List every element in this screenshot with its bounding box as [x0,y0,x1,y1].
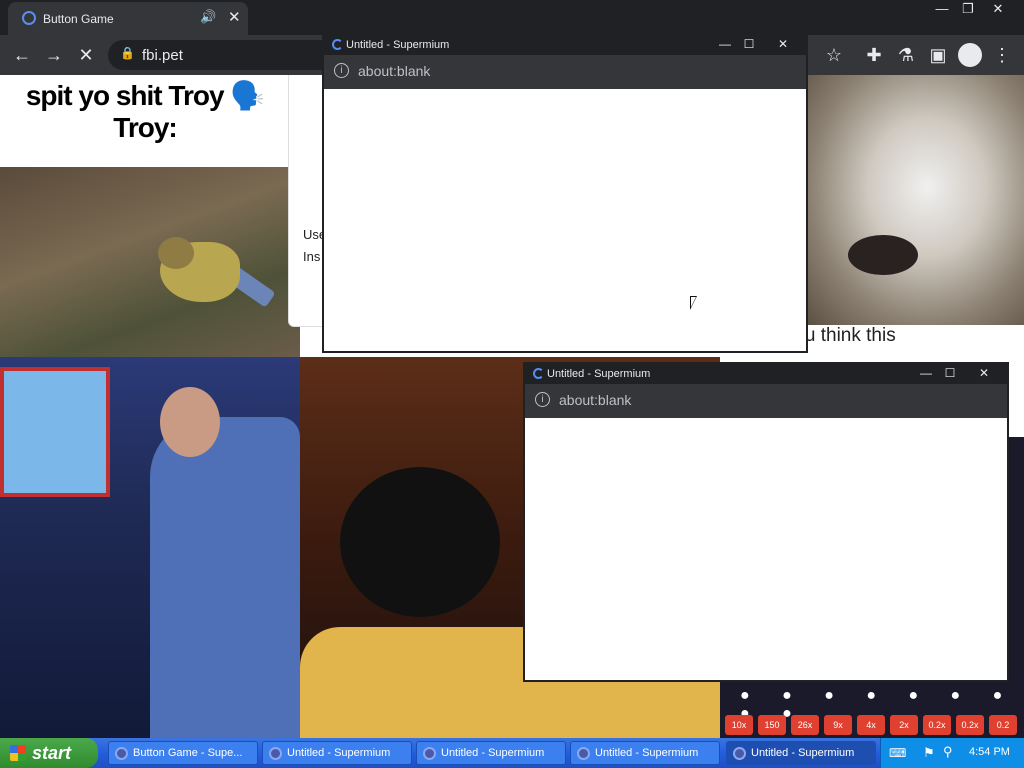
mouse-cursor-icon [690,296,697,310]
supermium-loading-icon [332,39,343,50]
dialog-text-line2: Ins [303,249,321,264]
supermium-icon [423,747,436,760]
window-restore-button[interactable]: ❐ [954,0,982,18]
multiplier-chip: 4x [857,715,885,735]
multiplier-chip: 10x [725,715,753,735]
taskbar-item-label: Button Game - Supe... [133,747,243,759]
taskbar-item-untitled[interactable]: Untitled - Supermium [416,741,566,765]
taskbar-item-label: Untitled - Supermium [287,747,391,759]
network-icon[interactable]: ⚑ [923,745,935,761]
desktop: Button Game 🔊 ✕ — ❐ ✕ ← → ✕ 🔒 fbi.pet ☆ … [0,0,1024,768]
start-label: start [32,743,72,763]
popup-minimize-button[interactable]: — [915,365,937,382]
multiplier-chip: 0.2 [989,715,1017,735]
supermium-loading-icon [533,368,544,379]
windows-flag-icon [10,745,26,761]
stop-loading-icon[interactable]: ✕ [74,43,98,67]
taskbar-item-button-game[interactable]: Button Game - Supe... [108,741,258,765]
supermium-icon [733,747,746,760]
multiplier-row: 10x 150 26x 9x 4x 2x 0.2x 0.2x 0.2 [725,715,1024,738]
profile-avatar-icon[interactable] [958,43,982,67]
audio-playing-icon[interactable]: 🔊 [200,9,216,25]
supermium-icon [577,747,590,760]
lock-icon[interactable]: 🔒 [120,46,135,60]
forward-arrow-icon[interactable]: → [42,43,66,67]
cartoon-character [340,467,500,617]
man-head [160,387,220,457]
screaming-cat-image [808,75,1024,325]
extensions-puzzle-icon[interactable]: ✚ [862,43,886,67]
popup-address-bar[interactable]: i about:blank [324,55,806,89]
supermium-icon [115,747,128,760]
popup-maximize-button[interactable]: ☐ [738,36,760,53]
address-url[interactable]: fbi.pet [142,47,183,64]
popup-title: Untitled - Supermium [346,39,450,51]
window-close-button[interactable]: ✕ [984,0,1012,18]
popup-maximize-button[interactable]: ☐ [939,365,961,382]
popup-close-button[interactable]: ✕ [973,365,995,382]
popup-window-1[interactable]: Untitled - Supermium — ☐ ✕ i about:blank [322,33,808,353]
clock: 4:54 PM [969,746,1010,758]
info-icon[interactable]: i [334,63,349,78]
taskbar-item-untitled-active[interactable]: Untitled - Supermium [726,741,876,765]
info-icon[interactable]: i [535,392,550,407]
slot-machine-screen [0,367,110,497]
tab-title: Button Game [43,12,114,26]
window-minimize-button[interactable]: — [928,0,956,18]
meme-caption-line1: spit yo shit Troy 🗣️ [25,80,265,111]
search-icon[interactable]: ⚲ [943,744,953,760]
browser-menu-icon[interactable]: ⋮ [990,43,1014,67]
cat-mouth [848,235,918,275]
supermium-favicon-icon [22,11,36,25]
multiplier-chip: 150 [758,715,786,735]
popup-titlebar[interactable]: Untitled - Supermium — ☐ ✕ [324,35,806,55]
side-panel-icon[interactable]: ▣ [926,43,950,67]
popup-minimize-button[interactable]: — [714,36,736,53]
back-arrow-icon[interactable]: ← [10,43,34,67]
supermium-icon [269,747,282,760]
taskbar-item-label: Untitled - Supermium [441,747,545,759]
popup-title: Untitled - Supermium [547,368,651,380]
popup-titlebar[interactable]: Untitled - Supermium — ☐ ✕ [525,364,1007,384]
taskbar: start Button Game - Supe... Untitled - S… [0,738,1024,768]
man-shirt [150,417,300,738]
bird-head [158,237,194,269]
tab-close-icon[interactable]: ✕ [228,8,241,26]
popup-window-2[interactable]: Untitled - Supermium — ☐ ✕ i about:blank [523,362,1009,682]
multiplier-chip: 0.2x [923,715,951,735]
popup-address-bar[interactable]: i about:blank [525,384,1007,418]
taskbar-item-untitled[interactable]: Untitled - Supermium [570,741,720,765]
keyboard-icon[interactable]: ⌨ [889,746,906,760]
multiplier-chip: 2x [890,715,918,735]
meme-caption: spit yo shit Troy 🗣️ Troy: [0,75,290,167]
multiplier-chip: 9x [824,715,852,735]
system-tray: ⌨ ⚑ ⚲ 4:54 PM [880,738,1024,768]
bird-image [0,167,300,357]
taskbar-item-label: Untitled - Supermium [595,747,699,759]
popup-url[interactable]: about:blank [559,392,631,408]
multiplier-chip: 0.2x [956,715,984,735]
casino-man-image [0,357,300,738]
popup-close-button[interactable]: ✕ [772,36,794,53]
start-button[interactable]: start [0,738,98,768]
bookmark-star-icon[interactable]: ☆ [822,43,846,67]
taskbar-item-untitled[interactable]: Untitled - Supermium [262,741,412,765]
popup-url[interactable]: about:blank [358,63,430,79]
meme-caption-line2: Troy: [113,112,177,143]
browser-tabbar: Button Game 🔊 ✕ — ❐ ✕ [0,0,1024,35]
browser-tab[interactable]: Button Game 🔊 ✕ [8,2,248,35]
taskbar-item-label: Untitled - Supermium [751,747,855,759]
labs-flask-icon[interactable]: ⚗ [894,43,918,67]
multiplier-chip: 26x [791,715,819,735]
